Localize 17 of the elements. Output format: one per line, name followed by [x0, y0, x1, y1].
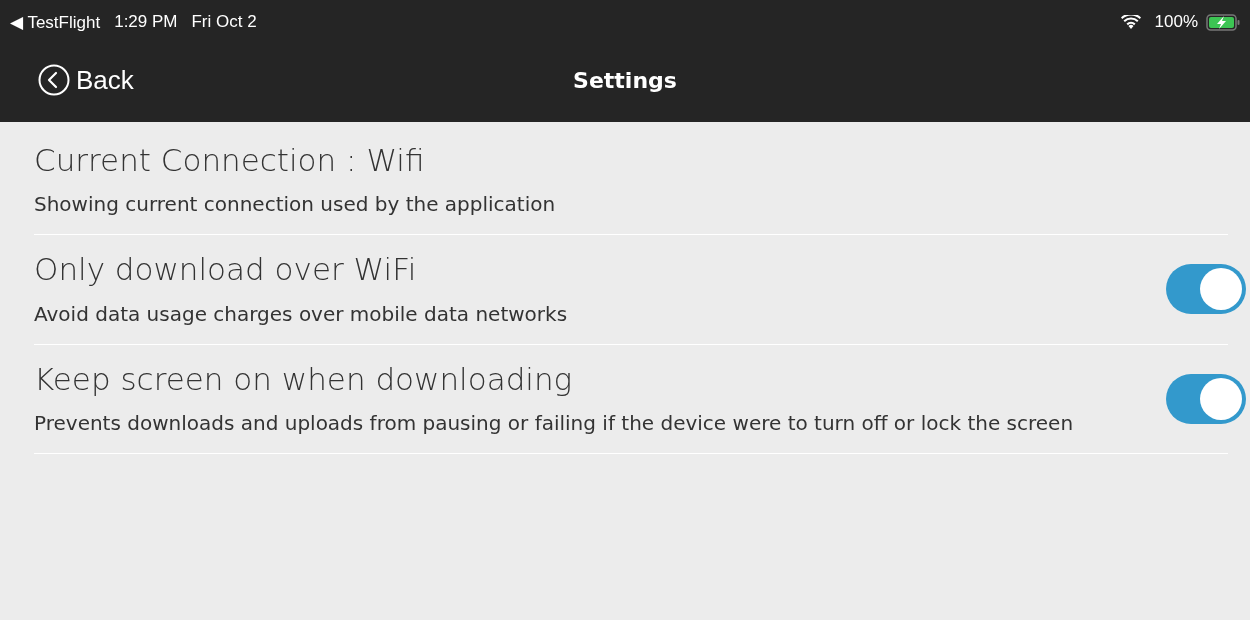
status-date: Fri Oct 2	[191, 12, 257, 32]
screen-title: Settings	[572, 67, 678, 93]
back-to-app-link[interactable]: ◀ TestFlight	[10, 11, 101, 33]
back-chevron-circle-icon	[38, 64, 70, 96]
status-time: 1:29 PM	[114, 12, 178, 32]
setting-description: Showing current connection used by the application	[34, 191, 557, 219]
toggle-switch[interactable]	[1166, 264, 1246, 315]
setting-title: Current Connection : Wifi	[34, 141, 426, 180]
setting-description: Prevents downloads and uploads from pausing or failing if the device were to turn off or lock the screen	[34, 409, 1075, 437]
toggle-switch[interactable]	[1166, 373, 1246, 424]
setting-description: Avoid data usage charges over mobile data networks	[34, 300, 569, 328]
setting-title: Keep screen on when downloading	[34, 359, 574, 399]
charging-battery-icon	[1206, 13, 1240, 31]
battery-percent: 100%	[1154, 12, 1198, 32]
back-button[interactable]: Back	[38, 64, 134, 96]
wifi-icon	[1120, 14, 1141, 30]
setting-title: Only download over WiFi	[34, 250, 418, 290]
